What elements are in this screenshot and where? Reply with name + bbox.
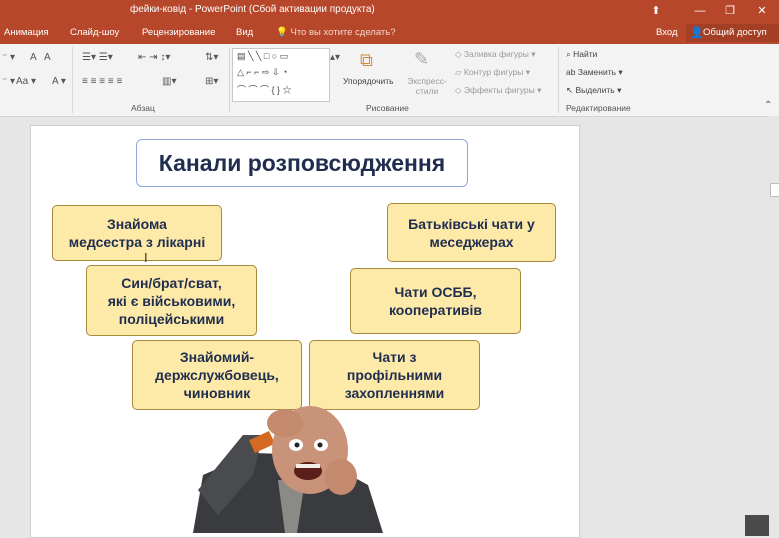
ribbon-tabs: Анимация Слайд-шоу Рецензирование Вид 💡 … [0, 22, 779, 44]
increase-font-icon[interactable]: A [30, 52, 37, 63]
sign-in-link[interactable]: Вход [656, 27, 678, 38]
collapse-ribbon-icon[interactable]: ⌃ [764, 100, 772, 111]
tab-animation[interactable]: Анимация [4, 27, 49, 38]
scared-man-image[interactable] [193, 405, 383, 533]
channel-box[interactable]: Знайомий- держслужбовець, чиновник [132, 340, 302, 410]
ribbon: ⁻ ▾ A A ⁻ ▾ Aa ▾ A ▾ ☰▾ ☰▾ ⇤ ⇥ ↕▾ ≡ ≡ ≡ … [0, 44, 779, 117]
tell-me-label: Что вы хотите сделать? [290, 27, 396, 38]
teeth-shape [296, 464, 320, 468]
view-button[interactable] [745, 515, 769, 536]
tab-view[interactable]: Вид [236, 27, 253, 38]
arrange-icon[interactable]: ⧉ [360, 50, 373, 71]
person-icon: 👤 [690, 27, 704, 39]
quick-styles-icon[interactable]: ✎ [414, 49, 429, 70]
indent-icon[interactable]: ⇤ ⇥ ↕▾ [138, 52, 170, 63]
hand-shape [325, 459, 357, 495]
shape-effects-button[interactable]: ◇ Эффекты фигуры ▾ [455, 85, 541, 96]
editing-group-label: Редактирование [566, 103, 631, 113]
ribbon-display-options-button[interactable]: ⬆ [642, 2, 670, 20]
channel-box[interactable]: Син/брат/сват, які є військовими, поліце… [86, 265, 257, 336]
search-icon: ⌕ [566, 49, 571, 59]
channel-box[interactable]: Чати ОСББ, кооперативів [350, 268, 521, 334]
share-button[interactable]: 👤 Общий доступ [686, 24, 779, 42]
change-case-icon[interactable]: Aa ▾ [16, 76, 36, 87]
window-title: фейки-ковід - PowerPoint (Сбой активации… [130, 4, 375, 15]
group-separator [229, 47, 230, 113]
tab-review[interactable]: Рецензирование [142, 27, 215, 38]
slide-title[interactable]: Канали розповсюдження [136, 139, 468, 187]
align-text-icon[interactable]: ⊞▾ [205, 76, 218, 87]
channel-box[interactable]: Знайома медсестра з лікарні [52, 205, 222, 261]
pupil-shape [294, 442, 300, 448]
font-color-icon[interactable]: A ▾ [52, 76, 66, 87]
pupil-shape [317, 442, 323, 448]
shapes-row-1: ▤ ╲ ╲ □ ○ ▭ [237, 51, 289, 61]
arrange-button[interactable]: Упорядочить [343, 76, 394, 86]
paragraph-group-label: Абзац [131, 103, 155, 113]
hand-shape [267, 409, 303, 437]
text-direction-icon[interactable]: ⇅▾ [205, 52, 218, 63]
columns-icon[interactable]: ▥▾ [162, 76, 176, 87]
select-button[interactable]: ↖ Выделить ▾ [566, 85, 621, 96]
group-separator [558, 47, 559, 113]
replace-icon: ab [566, 67, 576, 77]
shapes-gallery[interactable]: ▤ ╲ ╲ □ ○ ▭ △ ⌐ ⌐ ⇨ ⇩ ◔ ⌒ ⌒ ⌒ { } ☆ [232, 48, 330, 102]
share-label: Общий доступ [703, 27, 767, 38]
tell-me-search[interactable]: 💡 Что вы хотите сделать? [276, 27, 396, 38]
find-button[interactable]: ⌕ Найти [566, 49, 597, 60]
close-button[interactable]: ✕ [748, 2, 776, 20]
shape-fill-button[interactable]: ◇ Заливка фигуры ▾ [455, 49, 535, 60]
font-size-dropdown[interactable]: ⁻ ▾ [2, 52, 15, 63]
underline-dropdown[interactable]: ⁻ ▾ [2, 76, 15, 87]
align-icons[interactable]: ≡ ≡ ≡ ≡ ≡ [82, 76, 122, 87]
quick-styles-button[interactable]: Экспресс- стили [405, 76, 449, 96]
title-bar: фейки-ковід - PowerPoint (Сбой активации… [0, 0, 779, 22]
cursor-icon: ↖ [566, 85, 574, 95]
tab-slideshow[interactable]: Слайд-шоу [70, 27, 119, 38]
text-cursor-icon: I [144, 250, 148, 265]
minimize-button[interactable]: — [686, 2, 714, 20]
lightbulb-icon: 💡 [276, 27, 288, 38]
gallery-scroll-icon[interactable]: ▴▾ [330, 52, 340, 63]
shape-outline-button[interactable]: ▱ Контур фигуры ▾ [455, 67, 530, 78]
scrollbar-thumb[interactable] [770, 183, 779, 197]
maximize-button[interactable]: ❐ [716, 2, 744, 20]
bullets-icon[interactable]: ☰▾ ☰▾ [82, 52, 113, 63]
decrease-font-icon[interactable]: A [44, 52, 51, 63]
drawing-group-label: Рисование [366, 103, 409, 113]
channel-box[interactable]: Батьківські чати у меседжерах [387, 203, 556, 262]
channel-box[interactable]: Чати з профільними захопленнями [309, 340, 480, 410]
shapes-row-3: ⌒ ⌒ ⌒ { } ☆ [237, 85, 292, 95]
vertical-scrollbar[interactable] [768, 116, 779, 536]
group-separator [72, 47, 73, 113]
shapes-row-2: △ ⌐ ⌐ ⇨ ⇩ ◔ [237, 67, 288, 77]
replace-button[interactable]: ab Заменить ▾ [566, 67, 623, 78]
